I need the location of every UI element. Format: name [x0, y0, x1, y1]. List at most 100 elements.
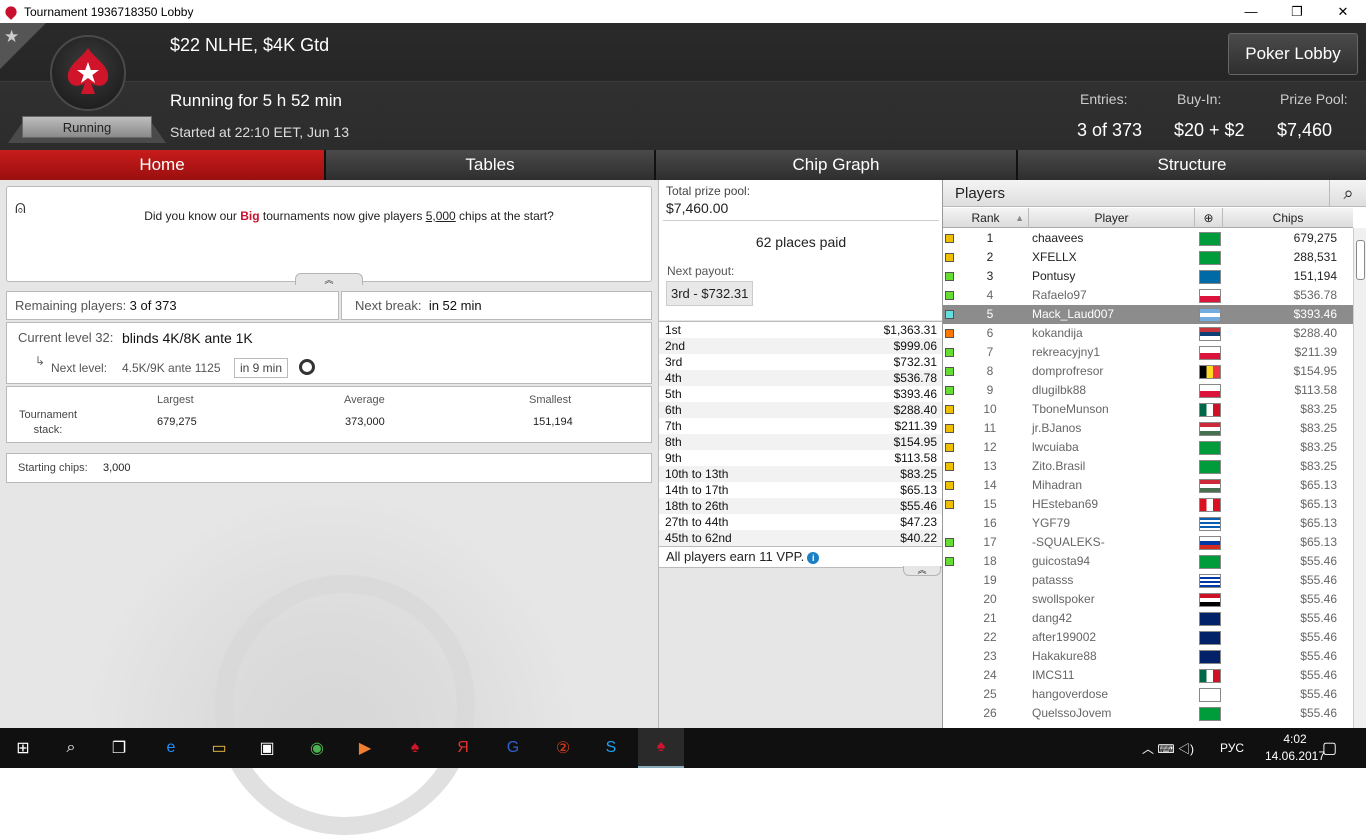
- tip-message: Did you know our Big tournaments now giv…: [144, 209, 554, 223]
- country-flag-icon: [1199, 365, 1221, 379]
- tab-tables[interactable]: Tables: [326, 150, 656, 180]
- collapse-button[interactable]: ︽: [903, 566, 941, 576]
- app-2-icon[interactable]: ②: [540, 728, 586, 768]
- pokerstars-icon[interactable]: ♠: [392, 728, 438, 768]
- player-row[interactable]: 15 HEsteban69 $65.13: [943, 495, 1353, 514]
- explorer-icon[interactable]: ▭: [196, 728, 242, 768]
- player-row[interactable]: 2 XFELLX 288,531: [943, 248, 1353, 267]
- player-status-indicator: [945, 348, 954, 357]
- player-row[interactable]: 17 -SQUALEKS- $65.13: [943, 533, 1353, 552]
- info-icon[interactable]: i: [807, 552, 820, 564]
- payout-place: 9th: [665, 451, 682, 465]
- player-row[interactable]: 26 QuelssoJovem $55.46: [943, 704, 1353, 723]
- player-row[interactable]: 10 TboneMunson $83.25: [943, 400, 1353, 419]
- country-flag-icon: [1199, 270, 1221, 284]
- country-flag-icon: [1199, 441, 1221, 455]
- player-row[interactable]: 25 hangoverdose $55.46: [943, 685, 1353, 704]
- clock-time[interactable]: 4:02: [1264, 732, 1326, 746]
- player-row[interactable]: 1 chaavees 679,275: [943, 229, 1353, 248]
- collapse-button[interactable]: ︽: [295, 273, 363, 285]
- rank-column-header[interactable]: Rank ▲: [943, 208, 1029, 228]
- player-row[interactable]: 22 after199002 $55.46: [943, 628, 1353, 647]
- player-row[interactable]: 7 rekreacyjny1 $211.39: [943, 343, 1353, 362]
- player-row[interactable]: 9 dlugilbk88 $113.58: [943, 381, 1353, 400]
- player-row[interactable]: 5 Mack_Laud007 $393.46: [943, 305, 1353, 324]
- yandex-icon[interactable]: Я: [440, 728, 486, 768]
- notifications-icon[interactable]: ▢: [1322, 738, 1337, 758]
- player-rank: 1: [986, 231, 994, 245]
- window-titlebar: Tournament 1936718350 Lobby — ❐ ✕: [0, 0, 1366, 23]
- start-icon[interactable]: ⊞: [0, 728, 46, 768]
- player-row[interactable]: 3 Pontusy 151,194: [943, 267, 1353, 286]
- player-name: lwcuiaba: [1032, 440, 1079, 454]
- payout-row: 3rd $732.31: [659, 354, 943, 370]
- player-row[interactable]: 21 dang42 $55.46: [943, 609, 1353, 628]
- entries-value: 3 of 373: [1077, 120, 1143, 140]
- chrome-icon[interactable]: ◉: [294, 728, 340, 768]
- stack-label: Tournament stack:: [18, 409, 78, 436]
- country-flag-icon: [1199, 346, 1221, 360]
- search-icon[interactable]: ⌕: [48, 728, 94, 768]
- next-level-label: Next level:: [51, 361, 108, 375]
- globe-icon[interactable]: ⊕: [1195, 208, 1223, 228]
- chips-column-header[interactable]: Chips: [1223, 208, 1353, 228]
- payout-amount: $113.58: [894, 451, 938, 465]
- country-flag-icon: [1199, 612, 1221, 626]
- payout-row: 45th to 62nd $40.22: [659, 530, 943, 546]
- tab-structure[interactable]: Structure: [1018, 150, 1366, 180]
- player-column-header[interactable]: Player: [1029, 208, 1195, 228]
- player-chips: $55.46: [1300, 668, 1337, 682]
- minimize-button[interactable]: —: [1228, 0, 1274, 23]
- player-status-indicator: [945, 443, 954, 452]
- payout-amount: $65.13: [900, 483, 937, 497]
- clock-date[interactable]: 14.06.2017: [1258, 749, 1332, 763]
- player-row[interactable]: 12 lwcuiaba $83.25: [943, 438, 1353, 457]
- payout-row: 4th $536.78: [659, 370, 943, 386]
- skype-icon[interactable]: S: [588, 728, 634, 768]
- total-prize-value: $7,460.00: [666, 200, 729, 216]
- edge-icon[interactable]: e: [148, 728, 194, 768]
- maximize-button[interactable]: ❐: [1274, 0, 1320, 23]
- language-indicator[interactable]: РУС: [1220, 741, 1244, 755]
- app-g-icon[interactable]: G: [490, 728, 536, 768]
- payout-place: 8th: [665, 435, 682, 449]
- player-chips: 288,531: [1293, 250, 1337, 264]
- media-player-icon[interactable]: ▶: [342, 728, 388, 768]
- player-row[interactable]: 18 guicosta94 $55.46: [943, 552, 1353, 571]
- starting-chips-value: 3,000: [103, 462, 131, 474]
- close-button[interactable]: ✕: [1320, 0, 1366, 23]
- store-icon[interactable]: ▣: [244, 728, 290, 768]
- arrow-icon: ↳: [35, 354, 46, 368]
- payout-place: 5th: [665, 387, 682, 401]
- average-label: Average: [344, 394, 385, 406]
- player-row[interactable]: 16 YGF79 $65.13: [943, 514, 1353, 533]
- player-chips: $55.46: [1300, 592, 1337, 606]
- payout-amount: $393.46: [893, 387, 937, 401]
- pokerstars-active-icon[interactable]: ♠: [638, 728, 684, 768]
- player-row[interactable]: 23 Hakakure88 $55.46: [943, 647, 1353, 666]
- player-row[interactable]: 8 domprofresor $154.95: [943, 362, 1353, 381]
- player-rank: 4: [986, 288, 994, 302]
- poker-lobby-button[interactable]: Poker Lobby: [1228, 33, 1358, 75]
- player-rank: 11: [983, 421, 997, 435]
- player-row[interactable]: 13 Zito.Brasil $83.25: [943, 457, 1353, 476]
- player-row[interactable]: 19 patasss $55.46: [943, 571, 1353, 590]
- player-row[interactable]: 4 Rafaelo97 $536.78: [943, 286, 1353, 305]
- tray-icons[interactable]: ︿ ⌨ ◁): [1142, 740, 1194, 757]
- tab-chip-graph[interactable]: Chip Graph: [656, 150, 1018, 180]
- tab-home[interactable]: Home: [0, 150, 326, 180]
- player-row[interactable]: 6 kokandija $288.40: [943, 324, 1353, 343]
- player-row[interactable]: 14 Mihadran $65.13: [943, 476, 1353, 495]
- player-row[interactable]: 24 IMCS11 $55.46: [943, 666, 1353, 685]
- player-chips: $536.78: [1293, 288, 1337, 302]
- task-view-icon[interactable]: ❐: [96, 728, 142, 768]
- country-flag-icon: [1199, 479, 1221, 493]
- star-icon[interactable]: ★: [4, 27, 19, 47]
- country-flag-icon: [1199, 669, 1221, 683]
- player-rank: 20: [983, 592, 997, 606]
- search-icon[interactable]: ⌕: [1329, 180, 1366, 207]
- players-scrollbar[interactable]: [1353, 228, 1366, 728]
- player-row[interactable]: 20 swollspoker $55.46: [943, 590, 1353, 609]
- player-status-indicator: [945, 462, 954, 471]
- player-row[interactable]: 11 jr.BJanos $83.25: [943, 419, 1353, 438]
